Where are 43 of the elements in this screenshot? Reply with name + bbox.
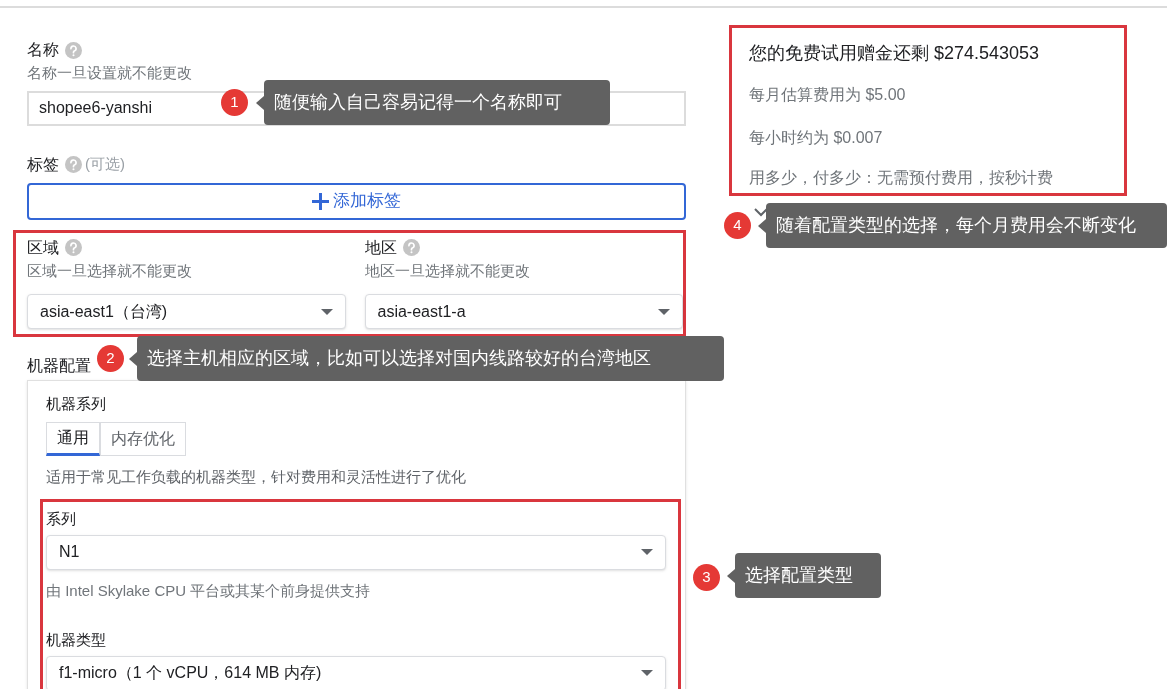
tooltip-pointer-icon <box>758 219 766 233</box>
step-number-badge: 3 <box>693 564 720 591</box>
field-hint: 地区一旦选择就不能更改 <box>364 260 531 281</box>
dropdown-caret-icon <box>320 308 333 315</box>
field-hint: 区域一旦选择就不能更改 <box>27 260 193 281</box>
plus-icon <box>312 192 329 210</box>
tab[interactable]: 通用 <box>46 421 100 456</box>
field-label: 机器类型 <box>46 630 107 650</box>
dropdown-select[interactable]: f1-micro（1 个 vCPU，614 MB 内存) <box>46 655 666 689</box>
field-label: 机器系列 <box>46 394 107 414</box>
dropdown-caret-icon <box>641 549 653 555</box>
hourly-estimate-text: 每小时约为 $0.007 <box>749 128 884 148</box>
help-icon[interactable] <box>65 239 82 256</box>
help-icon[interactable] <box>402 239 420 256</box>
field-hint: 由 Intel Skylake CPU 平台或其某个前身提供支持 <box>46 580 372 601</box>
field-label: 地区 <box>364 237 397 258</box>
chevron-down-icon[interactable] <box>754 208 768 217</box>
dropdown-select[interactable]: asia-east1-a <box>364 294 683 329</box>
add-tag-button[interactable]: 添加标签 <box>27 182 686 220</box>
field-hint: 名称一旦设置就不能更改 <box>27 63 193 83</box>
field-label: 系列 <box>46 509 77 529</box>
help-icon[interactable] <box>65 41 82 59</box>
tooltip-pointer-icon <box>727 569 735 583</box>
tooltip-pointer-icon <box>256 96 264 110</box>
field-label: 名称 <box>27 40 59 60</box>
description-text: 适用于常见工作负载的机器类型，针对费用和灵活性进行了优化 <box>46 466 467 487</box>
dropdown-select[interactable]: N1 <box>46 534 666 570</box>
dropdown-caret-icon <box>641 670 653 676</box>
billing-note-text: 用多少，付多少：无需预付费用，按秒计费 <box>749 168 1054 188</box>
dropdown-caret-icon <box>658 308 670 315</box>
step-number-badge: 1 <box>221 89 248 116</box>
field-label: 区域 <box>27 237 59 258</box>
help-icon[interactable] <box>65 156 82 173</box>
monthly-estimate-text: 每月估算费用为 $5.00 <box>749 85 907 105</box>
tab[interactable]: 内存优化 <box>100 421 186 456</box>
optional-label: (可选) <box>85 154 125 175</box>
step-number-badge: 4 <box>724 212 751 239</box>
section-label: 机器配置 <box>27 356 91 376</box>
trial-credit-title: 您的免费试用赠金还剩 $274.543053 <box>749 42 1041 65</box>
field-label: 标签 <box>27 154 59 175</box>
dropdown-select[interactable]: asia-east1（台湾) <box>27 294 346 329</box>
step-number-badge: 2 <box>97 345 124 372</box>
tooltip-pointer-icon <box>129 352 137 366</box>
